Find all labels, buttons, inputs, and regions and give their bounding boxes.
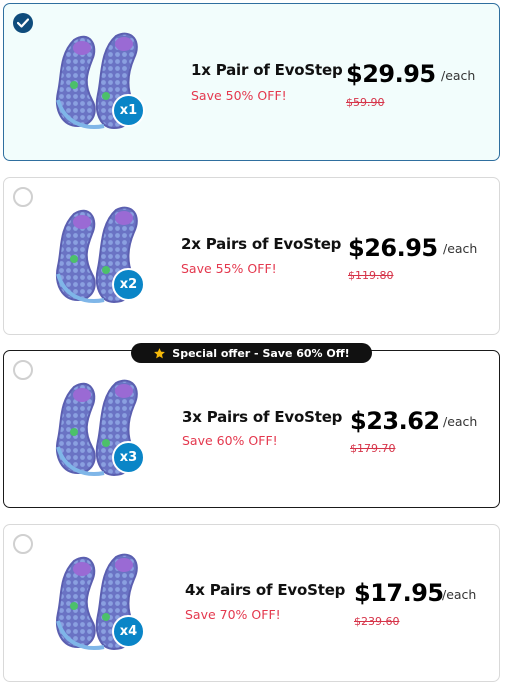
bundle-option-2[interactable]: x2 2x Pairs of EvoStep Save 55% OFF! $26… bbox=[3, 177, 500, 335]
original-price: $119.80 bbox=[348, 269, 394, 282]
bundle-option-1[interactable]: x1 1x Pair of EvoStep Save 50% OFF! $29.… bbox=[3, 3, 500, 161]
option-price: $17.95 bbox=[354, 579, 444, 607]
insole-product-image: x3 bbox=[44, 377, 154, 485]
star-icon bbox=[153, 347, 166, 360]
option-title: 3x Pairs of EvoStep bbox=[182, 408, 343, 426]
special-offer-label: Special offer - Save 60% Off! bbox=[172, 346, 350, 360]
bundle-option-4[interactable]: x4 4x Pairs of EvoStep Save 70% OFF! $17… bbox=[3, 524, 500, 682]
price-unit: /each bbox=[442, 587, 477, 602]
radio-unchecked-icon[interactable] bbox=[13, 534, 33, 554]
option-savings: Save 60% OFF! bbox=[182, 433, 278, 448]
option-savings: Save 55% OFF! bbox=[181, 261, 277, 276]
original-price: $239.60 bbox=[354, 615, 400, 628]
price-unit: /each bbox=[443, 414, 478, 429]
option-price: $26.95 bbox=[348, 234, 438, 262]
price-unit: /each bbox=[441, 68, 476, 83]
option-title: 4x Pairs of EvoStep bbox=[185, 581, 346, 599]
insole-product-image: x4 bbox=[44, 551, 154, 659]
original-price: $179.70 bbox=[350, 442, 396, 455]
radio-unchecked-icon[interactable] bbox=[13, 360, 33, 380]
price-unit: /each bbox=[443, 241, 478, 256]
insole-product-image: x1 bbox=[44, 30, 154, 138]
quantity-badge: x4 bbox=[112, 615, 145, 648]
quantity-badge: x1 bbox=[112, 94, 145, 127]
quantity-badge: x3 bbox=[112, 441, 145, 474]
radio-checked-icon[interactable] bbox=[13, 13, 33, 33]
option-title: 1x Pair of EvoStep bbox=[191, 61, 343, 79]
original-price: $59.90 bbox=[346, 96, 385, 109]
special-offer-banner: Special offer - Save 60% Off! bbox=[131, 343, 372, 363]
quantity-badge: x2 bbox=[112, 268, 145, 301]
option-savings: Save 50% OFF! bbox=[191, 88, 287, 103]
option-title: 2x Pairs of EvoStep bbox=[181, 235, 342, 253]
option-price: $23.62 bbox=[350, 407, 440, 435]
bundle-option-3[interactable]: x3 3x Pairs of EvoStep Save 60% OFF! $23… bbox=[3, 350, 500, 508]
radio-unchecked-icon[interactable] bbox=[13, 187, 33, 207]
option-savings: Save 70% OFF! bbox=[185, 607, 281, 622]
option-price: $29.95 bbox=[346, 60, 436, 88]
insole-product-image: x2 bbox=[44, 204, 154, 312]
